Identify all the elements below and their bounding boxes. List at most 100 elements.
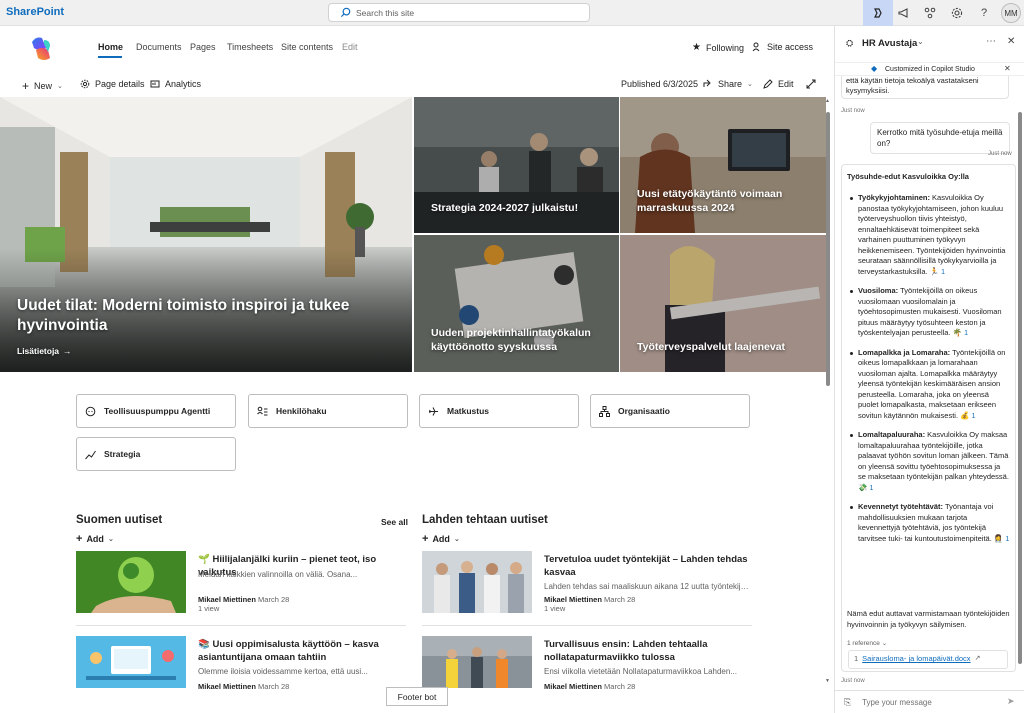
news-item[interactable]: 📚 Uusi oppimisalusta käyttöön – kasva as… <box>76 636 406 706</box>
panel-scrollbar[interactable] <box>1018 104 1022 664</box>
books-emoji: 📚 <box>198 639 210 650</box>
citation-link[interactable]: 1 <box>941 268 945 279</box>
benefit-text: Kasvuloikka Oy panostaa työkykyjohtamise… <box>858 193 1006 276</box>
analytics-button[interactable]: Analytics <box>150 79 201 89</box>
quicklink-people-search[interactable]: Henkilöhaku <box>248 394 408 428</box>
agent-title[interactable]: HR Avustaja <box>862 38 917 49</box>
apps-button[interactable] <box>915 0 945 26</box>
external-link-icon: ↗ <box>974 655 981 663</box>
chevron-down-icon: ⌄ <box>57 83 63 90</box>
share-button[interactable]: Share ⌄ <box>703 79 753 89</box>
site-access-button[interactable]: Site access <box>752 42 813 52</box>
attach-icon[interactable]: ⎘ <box>844 697 851 708</box>
citation-link[interactable]: 1 <box>1005 535 1009 546</box>
add-label: Add <box>86 534 104 544</box>
copilot-panel: ⛭ HR Avustaja ⌄ ⋯ ✕ ◆ Customized in Copi… <box>834 26 1024 713</box>
timestamp: Just now <box>841 108 865 114</box>
expand-button[interactable] <box>806 79 816 89</box>
sharepoint-page: SharePoint Search this site ? MM Home Do… <box>0 0 1024 713</box>
hero-tile-remote[interactable]: Uusi etätyökäytäntö voimaan marraskuussa… <box>620 97 826 233</box>
benefit-head: Kevennetyt työtehtävät: <box>858 502 944 511</box>
news-right-add-button[interactable]: + Add ⌄ <box>422 533 460 545</box>
quicklink-organization[interactable]: Organisaatio <box>590 394 750 428</box>
nav-documents[interactable]: Documents <box>136 42 182 52</box>
new-button[interactable]: + New ⌄ <box>22 79 63 93</box>
news-description: Lahden tehdas sai maaliskuun aikana 12 u… <box>544 582 749 591</box>
site-logo-icon[interactable] <box>26 34 56 64</box>
chat-input[interactable]: Type your message <box>862 698 932 707</box>
citation-link[interactable]: 1 <box>972 412 976 423</box>
nav-home[interactable]: Home <box>98 42 123 52</box>
news-left-add-button[interactable]: + Add ⌄ <box>76 533 114 545</box>
customized-banner: ◆ Customized in Copilot Studio ✕ <box>835 62 1024 76</box>
quicklink-label: Henkilöhaku <box>276 406 327 416</box>
hero-main-tile[interactable]: Uudet tilat: Moderni toimisto inspiroi j… <box>0 97 412 372</box>
send-icon[interactable]: ➤ <box>1007 696 1015 707</box>
news-author: Mikael Miettinen March 28 <box>198 595 289 604</box>
search-box[interactable]: Search this site <box>328 3 590 22</box>
hero-tile-project-tool[interactable]: Uuden projektinhallintatyökalun käyttöön… <box>414 235 619 372</box>
news-item[interactable]: 🌱 Hiilijalanjälki kuriin – pienet teot, … <box>76 551 406 621</box>
news-date: March 28 <box>604 595 636 604</box>
news-title-text: Uusi oppimisalusta käyttöön – kasva asia… <box>198 639 379 663</box>
nav-site-contents[interactable]: Site contents <box>281 42 333 52</box>
people-list-icon <box>257 406 268 415</box>
app-brand[interactable]: SharePoint <box>6 6 64 18</box>
nav-timesheets[interactable]: Timesheets <box>227 42 273 52</box>
arrow-right-icon: → <box>63 346 72 356</box>
panel-scroll-thumb[interactable] <box>1018 112 1022 664</box>
user-avatar[interactable]: MM <box>1001 3 1021 23</box>
following-button[interactable]: ★ Following <box>692 42 744 53</box>
citation-link[interactable]: 1 <box>964 329 968 340</box>
news-date: March 28 <box>258 682 290 691</box>
hero-tile-health-title: Työterveyspalvelut laajenevat <box>637 341 786 353</box>
see-all-link[interactable]: See all <box>381 517 408 527</box>
chevron-down-icon[interactable]: ⌄ <box>917 37 924 46</box>
footer-bot-button[interactable]: Footer bot <box>386 687 448 706</box>
more-icon[interactable]: ⋯ <box>986 36 996 47</box>
close-icon[interactable]: ✕ <box>1004 64 1011 73</box>
reference-file-link[interactable]: Sairausloma- ja lomapäivät.docx <box>862 654 970 665</box>
quicklink-travel[interactable]: Matkustus <box>419 394 579 428</box>
edit-label: Edit <box>778 79 794 89</box>
gear-icon <box>951 7 963 19</box>
expand-icon <box>806 79 816 89</box>
author-name: Mikael Miettinen <box>198 682 256 691</box>
news-thumbnail <box>76 636 186 688</box>
news-item[interactable]: Turvallisuus ensin: Lahden tehtaalla nol… <box>422 636 752 706</box>
divider <box>422 625 752 626</box>
news-title: Turvallisuus ensin: Lahden tehtaalla nol… <box>544 639 708 663</box>
page-scroll-thumb[interactable] <box>826 112 830 386</box>
quicklink-pump-agent[interactable]: Teollisuuspumppu Agentti <box>76 394 236 428</box>
close-icon[interactable]: ✕ <box>1007 36 1015 47</box>
scroll-up-icon: ▲ <box>825 98 830 104</box>
reference-count-label: 1 reference <box>847 640 880 647</box>
reference-count[interactable]: 1 reference ⌄ <box>847 639 887 650</box>
benefit-head: Työkykyjohtaminen: <box>858 193 930 202</box>
hero-tile-strategy[interactable]: Strategia 2024-2027 julkaistu! <box>414 97 619 233</box>
page-details-button[interactable]: Page details <box>80 79 145 89</box>
nav-edit[interactable]: Edit <box>342 42 358 52</box>
citation-link[interactable]: 1 <box>869 484 873 495</box>
settings-button[interactable] <box>942 0 972 26</box>
news-title: 📚 Uusi oppimisalusta käyttöön – kasva as… <box>198 638 403 664</box>
scroll-down-icon: ▼ <box>825 678 830 684</box>
reference-item[interactable]: 1 Sairausloma- ja lomapäivät.docx ↗ <box>848 650 1008 669</box>
trend-icon <box>85 450 96 459</box>
help-button[interactable]: ? <box>969 0 999 26</box>
quicklink-strategy[interactable]: Strategia <box>76 437 236 471</box>
hero-main-link[interactable]: Lisätietoja → <box>17 346 402 356</box>
hero-tile-health[interactable]: Työterveyspalvelut laajenevat <box>620 235 826 372</box>
benefits-list: Työkykyjohtaminen: Kasvuloikka Oy panost… <box>850 193 1010 553</box>
copilot-icon <box>874 8 882 18</box>
benefit-head: Lomaltapaluuraha: <box>858 430 926 439</box>
chat-icon <box>85 406 96 416</box>
nav-pages[interactable]: Pages <box>190 42 216 52</box>
news-author: Mikael Miettinen March 28 <box>198 682 289 691</box>
chevron-down-icon: ⌄ <box>747 81 753 88</box>
edit-button[interactable]: Edit <box>763 79 794 89</box>
chat-input-bar[interactable]: ⎘ Type your message ➤ <box>835 690 1024 713</box>
copilot-header: ⛭ HR Avustaja ⌄ ⋯ ✕ <box>835 26 1024 62</box>
news-item[interactable]: Tervetuloa uudet työntekijät – Lahden te… <box>422 551 752 621</box>
quicklink-label: Matkustus <box>447 406 490 416</box>
